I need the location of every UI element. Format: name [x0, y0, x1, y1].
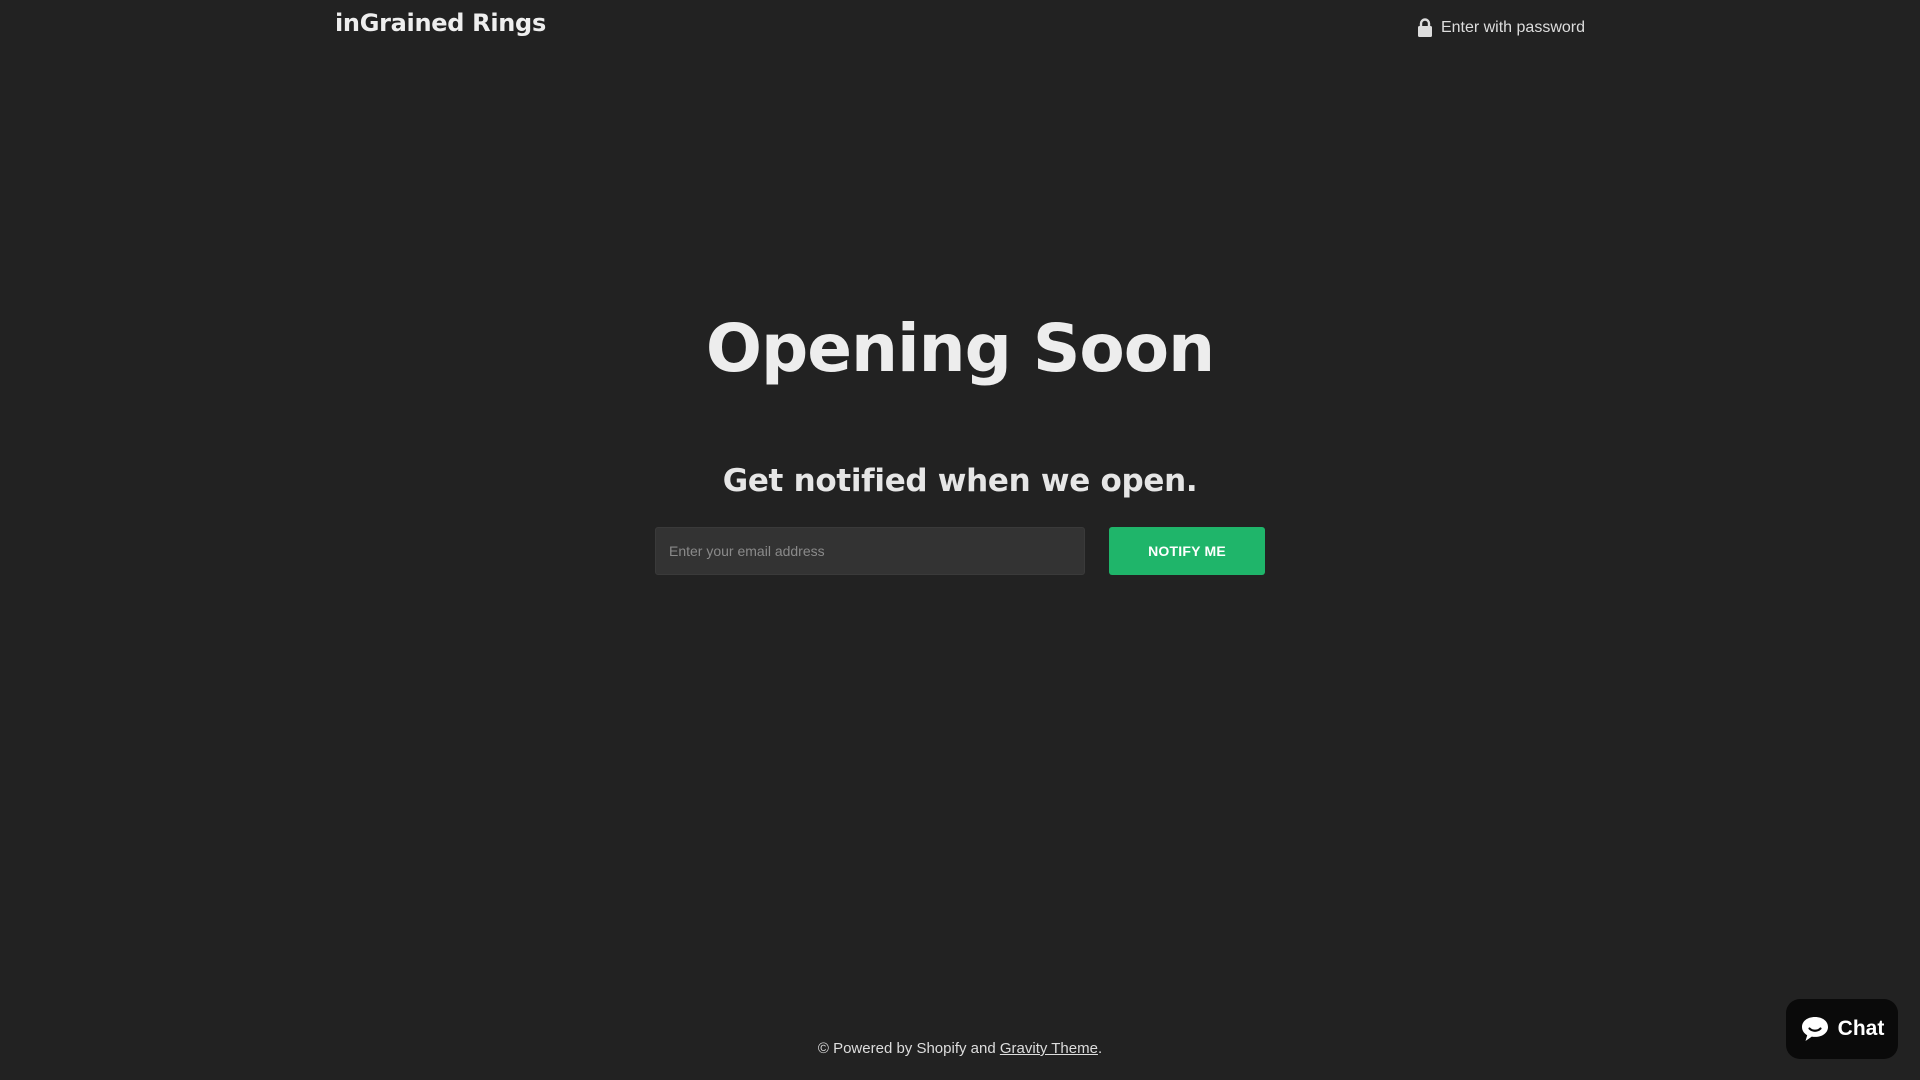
store-logo[interactable]: inGrained Rings	[335, 9, 546, 37]
gravity-theme-link[interactable]: Gravity Theme	[1000, 1040, 1098, 1057]
footer-powered-by-text: © Powered by Shopify and	[817, 1040, 1000, 1057]
enter-with-password-label: Enter with password	[1440, 19, 1585, 36]
chat-bubble-icon	[1800, 1015, 1830, 1043]
notify-me-button[interactable]: NOTIFY ME	[1109, 527, 1265, 575]
newsletter-signup-form: NOTIFY ME	[655, 527, 1265, 575]
lock-icon	[1417, 18, 1433, 38]
footer: © Powered by Shopify and Gravity Theme.	[0, 1040, 1920, 1057]
main-content: Opening Soon Get notified when we open. …	[0, 0, 1920, 1080]
signup-heading: Get notified when we open.	[722, 463, 1198, 499]
footer-period: .	[1097, 1040, 1103, 1057]
page: inGrained Rings Enter with password Open…	[0, 0, 1920, 1080]
chat-button[interactable]: Chat	[1786, 999, 1898, 1059]
chat-label: Chat	[1837, 1017, 1885, 1040]
page-title: Opening Soon	[705, 310, 1215, 387]
header: inGrained Rings Enter with password	[0, 0, 1920, 60]
email-input[interactable]	[655, 527, 1085, 575]
enter-with-password-link[interactable]: Enter with password	[1417, 18, 1585, 38]
